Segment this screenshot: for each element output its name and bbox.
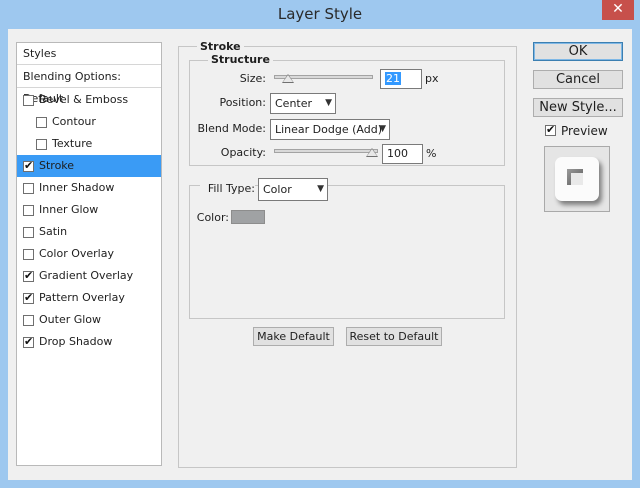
checkbox-inner-shadow[interactable] [23, 183, 34, 194]
style-label-inner-shadow: Inner Shadow [39, 181, 115, 194]
cancel-button[interactable]: Cancel [533, 70, 623, 89]
checkbox-outer-glow[interactable] [23, 315, 34, 326]
style-label-inner-glow: Inner Glow [39, 203, 99, 216]
style-item-contour[interactable]: Contour [17, 111, 161, 133]
checkbox-contour[interactable] [36, 117, 47, 128]
color-swatch[interactable] [231, 210, 265, 224]
blend-mode-dropdown[interactable]: Linear Dodge (Add) ▼ [270, 119, 390, 140]
preview-checkbox[interactable]: ✔ [545, 123, 556, 136]
blend-mode-label: Blend Mode: [197, 122, 267, 135]
style-label-contour: Contour [52, 115, 96, 128]
fill-group [189, 185, 505, 319]
check-icon: ✔ [24, 291, 34, 304]
reset-to-default-button[interactable]: Reset to Default [346, 327, 442, 346]
close-button[interactable]: ✕ [602, 0, 634, 20]
chevron-down-icon: ▼ [325, 98, 332, 108]
fill-type-label: Fill Type: [200, 182, 255, 196]
style-item-stroke[interactable]: ✔ Stroke [17, 155, 161, 177]
check-icon: ✔ [546, 123, 556, 136]
preview-shape [555, 157, 599, 201]
style-item-satin[interactable]: Satin [17, 221, 161, 243]
position-dropdown[interactable]: Center ▼ [270, 93, 336, 114]
chevron-down-icon: ▼ [317, 184, 324, 194]
ok-button[interactable]: OK [533, 42, 623, 61]
preview-thumbnail [544, 146, 610, 212]
size-slider-thumb[interactable] [282, 74, 294, 83]
style-label-stroke: Stroke [39, 159, 75, 172]
style-label-pattern-overlay: Pattern Overlay [39, 291, 125, 304]
structure-group-title: Structure [208, 53, 273, 66]
color-label: Color: [196, 211, 229, 224]
preview-inset [571, 173, 583, 185]
style-label-bevel-emboss: Bevel & Emboss [39, 93, 129, 106]
position-label: Position: [219, 96, 266, 109]
style-item-texture[interactable]: Texture [17, 133, 161, 155]
size-unit: px [425, 72, 439, 85]
styles-header[interactable]: Styles [17, 43, 161, 65]
window-title: Layer Style [277, 5, 363, 23]
style-label-outer-glow: Outer Glow [39, 313, 102, 326]
opacity-input[interactable]: 100 [382, 144, 423, 164]
title-bar: Layer Style ✕ [0, 0, 640, 29]
style-label-drop-shadow: Drop Shadow [39, 335, 113, 348]
opacity-slider-thumb[interactable] [366, 148, 378, 157]
fill-type-value: Color [263, 183, 292, 196]
size-label: Size: [239, 72, 266, 85]
opacity-input-value: 100 [387, 147, 408, 160]
dialog-body: Styles Blending Options: Default Bevel &… [8, 29, 632, 480]
style-item-color-overlay[interactable]: Color Overlay [17, 243, 161, 265]
opacity-slider-track[interactable] [274, 149, 378, 153]
size-input[interactable]: 21 [380, 69, 422, 89]
check-icon: ✔ [24, 159, 34, 172]
blending-options-item[interactable]: Blending Options: Default [17, 66, 161, 105]
position-value: Center [275, 97, 313, 110]
styles-header-label: Styles [23, 47, 57, 60]
blend-mode-value: Linear Dodge (Add) [275, 123, 382, 136]
chevron-down-icon: ▼ [379, 124, 386, 134]
fill-type-dropdown[interactable]: Color ▼ [258, 178, 328, 201]
style-label-satin: Satin [39, 225, 68, 238]
style-item-inner-shadow[interactable]: Inner Shadow [17, 177, 161, 199]
checkbox-bevel-emboss[interactable] [23, 95, 34, 106]
new-style-button[interactable]: New Style... [533, 98, 623, 117]
style-item-pattern-overlay[interactable]: ✔ Pattern Overlay [17, 287, 161, 309]
check-icon: ✔ [24, 335, 34, 348]
checkbox-stroke[interactable]: ✔ [23, 159, 34, 172]
style-item-drop-shadow[interactable]: ✔ Drop Shadow [17, 331, 161, 353]
style-item-inner-glow[interactable]: Inner Glow [17, 199, 161, 221]
style-label-color-overlay: Color Overlay [39, 247, 114, 260]
checkbox-inner-glow[interactable] [23, 205, 34, 216]
checkbox-drop-shadow[interactable]: ✔ [23, 335, 34, 348]
style-label-gradient-overlay: Gradient Overlay [39, 269, 134, 282]
style-item-gradient-overlay[interactable]: ✔ Gradient Overlay [17, 265, 161, 287]
style-label-texture: Texture [52, 137, 93, 150]
stroke-group-title: Stroke [197, 40, 244, 53]
style-item-outer-glow[interactable]: Outer Glow [17, 309, 161, 331]
checkbox-satin[interactable] [23, 227, 34, 238]
opacity-label: Opacity: [220, 146, 266, 159]
checkbox-color-overlay[interactable] [23, 249, 34, 260]
checkbox-gradient-overlay[interactable]: ✔ [23, 269, 34, 282]
opacity-unit: % [426, 147, 437, 160]
style-item-bevel-emboss[interactable]: Bevel & Emboss [17, 89, 161, 111]
make-default-button[interactable]: Make Default [253, 327, 334, 346]
size-input-value: 21 [385, 72, 401, 85]
checkbox-pattern-overlay[interactable]: ✔ [23, 291, 34, 304]
checkbox-texture[interactable] [36, 139, 47, 150]
styles-list: Styles Blending Options: Default Bevel &… [16, 42, 162, 466]
check-icon: ✔ [24, 269, 34, 282]
preview-label: Preview [561, 124, 608, 138]
